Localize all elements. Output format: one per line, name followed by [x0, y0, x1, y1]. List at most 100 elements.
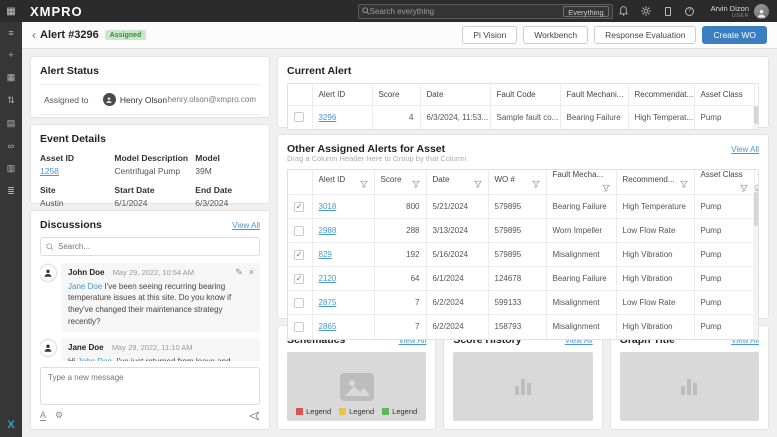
schematic-image-placeholder[interactable]: Legend Legend Legend — [287, 352, 427, 421]
col-score[interactable]: Score — [372, 84, 421, 106]
col-assigned-to[interactable]: Assigned to — [754, 84, 758, 106]
alert-id-link[interactable]: 2120 — [319, 274, 337, 283]
table-scrollbar[interactable] — [753, 191, 758, 339]
col-date[interactable]: Date — [420, 84, 491, 106]
response-evaluation-button[interactable]: Response Evaluation — [594, 26, 697, 44]
field-model-description: Model Description Centrifugal Pump — [114, 153, 189, 176]
col-wo[interactable]: WO # — [488, 170, 547, 195]
filter-icon[interactable] — [739, 184, 748, 194]
notifications-bell-icon[interactable] — [613, 6, 635, 16]
row-checkbox[interactable] — [294, 225, 304, 236]
col-recommendation[interactable]: Recommend... — [616, 170, 695, 195]
create-wo-button[interactable]: Create WO — [702, 26, 767, 44]
filter-icon[interactable] — [531, 180, 540, 190]
assignee-name: Henry Olson — [119, 94, 168, 105]
close-message-icon[interactable]: × — [249, 266, 254, 279]
table-row: 3296 4 6/3/2024, 11:53... Sample fault c… — [288, 105, 758, 129]
user-menu[interactable]: Arvin Dizon USER — [711, 3, 769, 19]
row-checkbox[interactable] — [294, 297, 304, 308]
alert-id-link[interactable]: 2865 — [319, 322, 337, 331]
row-checkbox[interactable]: ✓ — [294, 273, 304, 284]
col-fault-mechanism[interactable]: Fault Mechani... — [560, 84, 629, 106]
table-icon[interactable]: ≣ — [0, 180, 22, 203]
row-checkbox[interactable]: ✓ — [294, 249, 304, 260]
filter-icon[interactable] — [411, 180, 420, 190]
message-composer[interactable] — [40, 367, 260, 405]
asset-id-link[interactable]: 1258 — [40, 166, 59, 176]
search-icon — [361, 7, 370, 15]
message-input[interactable] — [48, 373, 252, 399]
pi-vision-button[interactable]: Pi Vision — [462, 26, 518, 44]
current-alert-panel: Current Alert Alert ID Score Date Fault … — [277, 56, 769, 130]
list-icon[interactable]: ▤ — [0, 112, 22, 135]
graph-chart-placeholder[interactable] — [619, 352, 759, 421]
col-date[interactable]: Date — [426, 170, 489, 195]
table-row: 2988 288 3/13/2024 579895 Worn Impeller … — [288, 218, 758, 243]
discussions-panel: Discussions View All ✎ × John Doe — [30, 210, 270, 430]
col-asset-class[interactable]: Asset Class — [694, 84, 755, 106]
mobile-device-icon[interactable] — [657, 6, 679, 16]
col-recommendation[interactable]: Recommendat... — [628, 84, 695, 106]
col-alert-id[interactable]: Alert ID — [312, 84, 373, 106]
filter-icon[interactable] — [601, 184, 610, 194]
sort-icon[interactable]: ⇅ — [0, 89, 22, 112]
discussions-search-input[interactable] — [58, 242, 254, 251]
text-format-icon[interactable]: A — [40, 410, 47, 421]
filter-icon[interactable] — [473, 180, 482, 190]
other-alerts-view-all-link[interactable]: View All — [731, 145, 759, 154]
field-site: Site Austin — [40, 185, 64, 208]
discussions-view-all-link[interactable]: View All — [232, 221, 260, 230]
grid-icon[interactable]: ▥ — [0, 157, 22, 180]
col-fault-mechanism[interactable]: Fault Mecha... — [546, 170, 617, 195]
alert-id-link[interactable]: 829 — [319, 250, 332, 259]
send-icon[interactable] — [249, 411, 260, 421]
mention-link[interactable]: Jane Doe — [68, 282, 102, 291]
event-details-title: Event Details — [40, 133, 106, 145]
image-icon — [339, 372, 374, 401]
user-avatar[interactable] — [754, 3, 769, 19]
graph-panel: Graph Title View All — [609, 325, 769, 430]
row-checkbox[interactable] — [294, 112, 304, 123]
messages-list: ✎ × John Doe May 29, 2022, 10:54 AM Jane… — [40, 263, 260, 361]
link-icon[interactable]: ∞ — [0, 135, 22, 157]
search-input[interactable] — [369, 6, 564, 16]
settings-gear-icon[interactable] — [635, 6, 657, 16]
col-alert-id[interactable]: Alert ID — [312, 170, 375, 195]
alert-id-link[interactable]: 3018 — [319, 202, 337, 211]
back-chevron-icon[interactable]: ‹ — [32, 28, 36, 42]
mention-link[interactable]: John Doe — [78, 357, 112, 361]
page-header: ‹ Alert #3296 Assigned Pi Vision Workben… — [22, 22, 777, 49]
filter-icon[interactable] — [679, 180, 688, 190]
workbench-button[interactable]: Workbench — [523, 26, 589, 44]
col-score[interactable]: Score — [374, 170, 427, 195]
col-asset-class[interactable]: Asset Class — [694, 170, 755, 195]
assignee-email: henry.olson@xmpro.com — [167, 95, 256, 104]
row-checkbox[interactable]: ✓ — [294, 201, 304, 212]
search-icon — [46, 242, 54, 251]
add-icon[interactable]: + — [0, 44, 22, 66]
emoji-icon[interactable]: ⚙ — [55, 410, 63, 421]
field-start-date: Start Date 6/1/2024 — [114, 185, 155, 208]
alert-id-link[interactable]: 3296 — [319, 113, 337, 122]
menu-icon[interactable]: ≡ — [0, 22, 22, 44]
cards-icon[interactable]: ▦ — [0, 66, 22, 89]
apps-grid-icon[interactable]: ▦ — [0, 6, 22, 17]
table-scrollbar[interactable] — [753, 105, 758, 129]
alert-id-link[interactable]: 2988 — [319, 226, 337, 235]
alert-status-row: Assigned to Henry Olson henry.olson@xmpr… — [40, 84, 260, 115]
score-history-chart-placeholder[interactable] — [453, 352, 593, 421]
filter-icon[interactable] — [359, 180, 368, 190]
bar-chart-icon — [681, 378, 698, 395]
row-checkbox[interactable] — [294, 321, 304, 332]
edit-message-icon[interactable]: ✎ — [235, 266, 243, 279]
global-search[interactable]: Everything — [357, 3, 613, 19]
search-scope-dropdown[interactable]: Everything — [563, 5, 609, 17]
message-avatar — [40, 340, 56, 357]
message-body: Jane Doe I've been seeing recurring bear… — [68, 281, 232, 326]
alert-id-link[interactable]: 2875 — [319, 298, 337, 307]
col-fault-code[interactable]: Fault Code — [490, 84, 561, 106]
discussions-search[interactable] — [40, 237, 260, 256]
help-icon[interactable]: ? — [679, 6, 701, 16]
message-time: May 29, 2022, 11:10 AM — [111, 343, 193, 353]
table-row: 2865 7 6/2/2024 158793 Misalignment High… — [288, 314, 758, 339]
